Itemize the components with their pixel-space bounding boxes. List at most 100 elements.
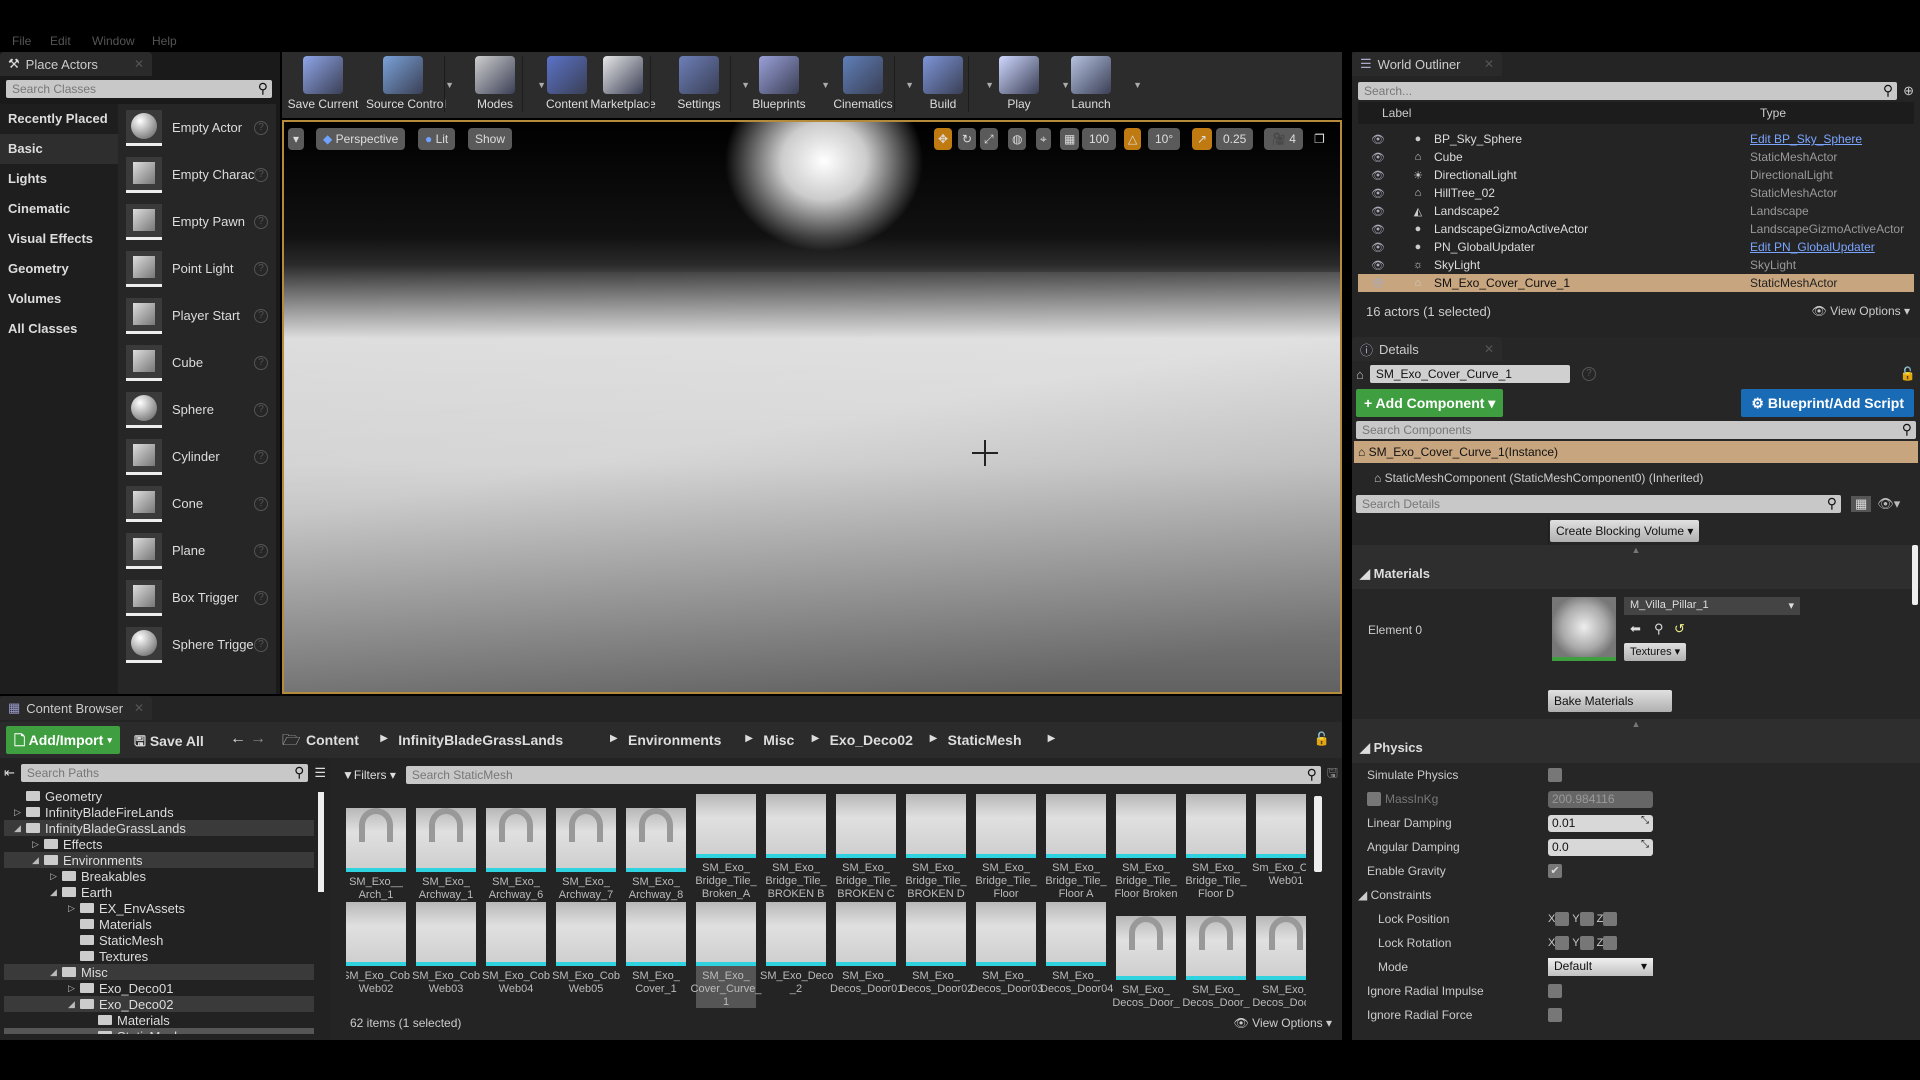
expanded-arrow-icon[interactable]: ◢ [32,855,44,866]
asset-tile[interactable]: SM_Exo_ Cover_Curve_ 1 [691,902,761,1008]
category-basic[interactable]: Basic [0,134,118,164]
folder-tree-item[interactable]: ▷ Breakables [4,868,314,884]
asset-tile[interactable]: SM_Exo_Cob Web02 [346,902,410,996]
category-geometry[interactable]: Geometry [0,254,118,284]
breadcrumb-item[interactable]: Misc [763,732,794,748]
perspective-button[interactable]: ◆ Perspective [316,128,406,150]
world-local-toggle[interactable]: ◍ [1008,128,1027,150]
asset-tile[interactable]: SM_Exo_ Cover_1 [626,902,686,996]
search-details-input[interactable]: Search Details ⚲ [1356,495,1841,513]
breadcrumb-separator-icon[interactable]: ▶ [930,733,938,744]
asset-tile[interactable]: SM_Exo_ Bridge_Tile_ Floor D [1185,794,1247,901]
outliner-row[interactable]: 👁 ☼ SkyLight SkyLight [1358,256,1914,274]
actor-item[interactable]: Player Start? [118,292,276,339]
asset-tile[interactable]: SM_Exo_ Bridge_Tile_ Floor A [1045,794,1107,901]
expanded-arrow-icon[interactable]: ◢ [68,999,80,1010]
visibility-eye-icon[interactable]: 👁 [1358,223,1398,236]
breadcrumb-separator-icon[interactable]: ▶ [610,733,618,744]
visibility-eye-icon[interactable]: 👁 [1358,169,1398,182]
label-column-header[interactable]: Label [1358,106,1752,120]
search-classes-input[interactable]: Search Classes ⚲ [6,80,272,98]
category-recently-placed[interactable]: Recently Placed [0,104,118,134]
help-icon[interactable]: ? [254,543,268,558]
actor-item[interactable]: Point Light? [118,245,276,292]
save-all-button[interactable]: 🖫 Save All [134,731,204,755]
dropdown-arrow-icon[interactable]: ▼ [445,80,454,90]
asset-tile[interactable]: SM_Exo_ Bridge_Tile_ Broken_A [695,794,757,901]
blueprints-button[interactable]: Blueprints ▼ [742,56,830,111]
actor-item[interactable]: Sphere Trigge? [118,621,276,668]
visibility-eye-icon[interactable]: 👁 [1358,259,1398,272]
actor-item[interactable]: Cylinder? [118,433,276,480]
lock-rotation-z[interactable] [1603,936,1618,950]
create-blocking-volume-button[interactable]: Create Blocking Volume ▾ [1550,520,1700,542]
outliner-row[interactable]: 👁 ⌂ Cube StaticMeshActor [1358,148,1914,166]
breadcrumb-item[interactable]: Environments [628,732,721,748]
help-icon[interactable]: ? [254,449,268,464]
category-cinematic[interactable]: Cinematic [0,194,118,224]
use-selected-arrow-icon[interactable]: ⬅ [1630,621,1641,637]
folder-tree-item[interactable]: ◢ Exo_Deco02 [4,996,314,1012]
lock-position-x[interactable] [1555,912,1570,926]
asset-tile[interactable]: SM_Exo_ Decos_Door03 [970,902,1043,996]
folder-tree-item[interactable]: ▷ Exo_Deco01 [4,980,314,996]
asset-tile[interactable]: SM_Exo_ Decos_Door_ Frame01 [1112,902,1180,1008]
lock-position-y[interactable] [1579,912,1594,926]
ignore-radial-impulse-checkbox[interactable] [1548,984,1562,998]
static-mesh-component-row[interactable]: ⌂ StaticMeshComponent (StaticMeshCompone… [1352,465,1920,491]
visibility-eye-icon[interactable]: 👁 [1358,151,1398,164]
asset-tile[interactable]: SM_Exo_ Decos_Door01 [830,902,903,996]
material-thumbnail[interactable] [1552,597,1616,661]
ignore-radial-force-checkbox[interactable] [1548,1008,1562,1022]
viewport-options-button[interactable]: ▾ [288,128,305,150]
details-tab[interactable]: ⓘ Details ✕ [1352,337,1502,361]
actor-item[interactable]: Plane? [118,527,276,574]
asset-tile[interactable]: SM_Exo_ Decos_Door02 [900,902,973,996]
folder-tree-item[interactable]: ▷ Effects [4,836,314,852]
outliner-search-input[interactable]: Search... ⚲ [1358,82,1898,100]
translate-tool[interactable]: ✥ [934,128,953,150]
asset-tile[interactable]: SM_Exo_Cob Web05 [552,902,620,996]
asset-tile[interactable]: SM_Exo_Cob Web04 [482,902,550,996]
scale-snap-toggle[interactable]: ↗ [1192,128,1213,150]
collapse-sources-icon[interactable]: ⇤ [4,765,15,781]
folder-tree-item[interactable]: ▷ EX_EnvAssets [4,900,314,916]
asset-tile[interactable]: SM_Exo_ Archway_8 [626,794,686,902]
help-icon[interactable]: ? [254,261,268,276]
category-all-classes[interactable]: All Classes [0,314,118,344]
rotation-snap-value[interactable]: 10° [1148,128,1181,150]
visibility-eye-icon[interactable]: 👁 [1358,133,1398,146]
folder-tree-item[interactable]: ◢ Environments [4,852,314,868]
breadcrumb-separator-icon[interactable]: ▶ [812,733,820,744]
asset-tile[interactable]: SM_Exo_ Bridge_Tile_ BROKEN D [905,794,967,901]
content-browser-tab[interactable]: ▦ Content Browser ✕ [0,696,152,720]
lock-rotation-x[interactable] [1555,936,1570,950]
place-actors-tab[interactable]: ⚒ Place Actors ✕ [0,52,152,76]
breadcrumb-separator-icon[interactable]: ▶ [1048,733,1056,744]
actor-item[interactable]: Empty Charac? [118,151,276,198]
blueprint-add-script-button[interactable]: ⚙ Blueprint/Add Script [1741,389,1914,417]
breadcrumb-separator-icon[interactable]: ▶ [380,733,388,744]
show-button[interactable]: Show [468,128,513,150]
outliner-row[interactable]: 👁 ● PN_GlobalUpdater Edit PN_GlobalUpdater [1358,238,1914,256]
collapse-arrow-icon[interactable]: ▲ [1352,545,1920,559]
linear-damping-field[interactable]: 0.01 ⤡ [1548,814,1653,832]
surface-snap[interactable]: ⌖ [1036,128,1051,150]
actor-item[interactable]: Cube? [118,339,276,386]
edit-blueprint-link[interactable]: Edit PN_GlobalUpdater [1750,240,1875,254]
dropdown-arrow-icon[interactable]: ▼ [1133,80,1142,90]
help-icon[interactable]: ? [254,590,268,605]
asset-tile[interactable]: SM_Exo_ Bridge_Tile_ Floor [975,794,1037,901]
collapse-arrow-icon[interactable]: ▲ [1352,719,1920,733]
asset-tile[interactable]: SM_Exo_Cob Web03 [412,902,480,996]
asset-tile[interactable]: SM_Exo_ Archway_7 [556,794,616,902]
save-search-icon[interactable]: 🖫 [1327,764,1338,786]
close-icon[interactable]: ✕ [1484,342,1494,356]
menu-help[interactable]: Help [152,34,177,48]
visibility-eye-icon[interactable]: 👁 [1358,187,1398,200]
camera-speed[interactable]: 🎥 4 [1264,128,1303,150]
folder-tree-item[interactable]: ◢ Earth [4,884,314,900]
asset-tile[interactable]: SM_Exo_ Bridge_Tile_ BROKEN C [835,794,897,901]
add-component-button[interactable]: + Add Component ▾ [1356,389,1504,417]
visibility-eye-icon[interactable]: 👁 [1358,241,1398,254]
